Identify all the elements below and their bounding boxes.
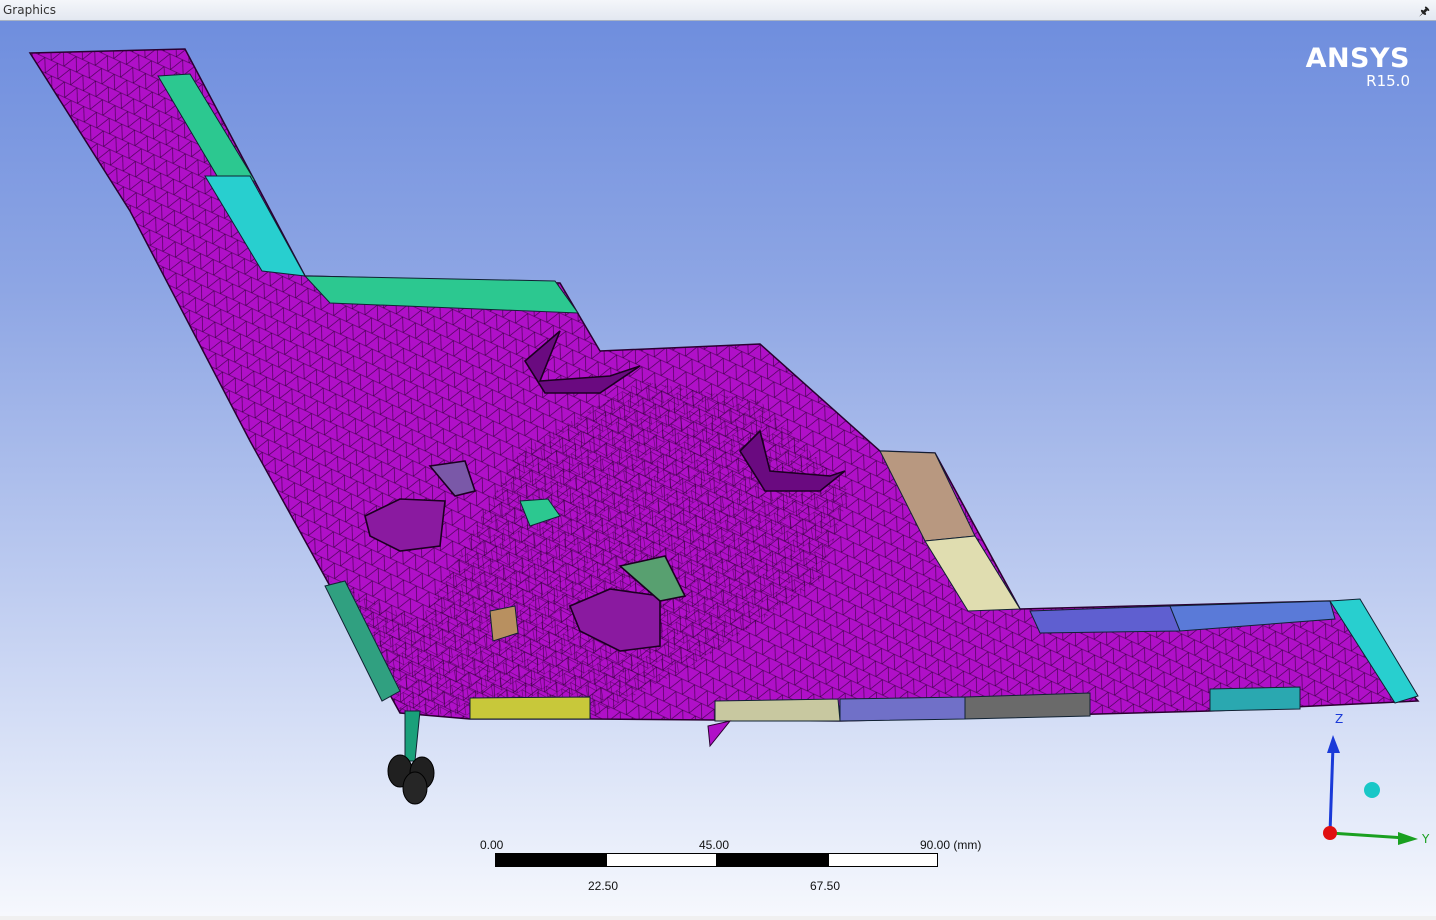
triad-y-axis bbox=[1329, 831, 1406, 840]
scale-label-0: 0.00 bbox=[480, 838, 504, 852]
scale-segment-4 bbox=[828, 853, 938, 867]
scale-segment-3 bbox=[717, 853, 828, 867]
triad-z-axis bbox=[1328, 745, 1335, 834]
scale-label-90: 90.00 (mm) bbox=[920, 838, 982, 852]
scale-bar: 0.00 45.00 90.00 (mm) 22.50 67.50 bbox=[460, 833, 1020, 903]
triad-x-indicator bbox=[1323, 826, 1337, 840]
isometric-view-ball[interactable] bbox=[1364, 782, 1380, 798]
graphics-viewport[interactable]: ANSYS R15.0 0.00 45.00 90.00 (mm) 22.50 … bbox=[0, 21, 1436, 916]
panel-bottom-border bbox=[0, 916, 1436, 920]
scale-label-67-5: 67.50 bbox=[810, 879, 841, 893]
panel-title: Graphics bbox=[3, 3, 56, 17]
landing-gear bbox=[387, 710, 732, 805]
triad-y-label: Y bbox=[1421, 832, 1430, 846]
triad-z-label: Z bbox=[1335, 712, 1343, 726]
scale-label-22-5: 22.50 bbox=[588, 879, 619, 893]
triad-z-arrowhead bbox=[1327, 735, 1340, 753]
aircraft-mesh-model[interactable] bbox=[0, 21, 1436, 916]
graphics-panel-titlebar: Graphics 🖈 bbox=[0, 0, 1436, 21]
scale-segment-1 bbox=[495, 853, 606, 867]
scale-segment-2 bbox=[606, 853, 717, 867]
scale-label-45: 45.00 bbox=[699, 838, 730, 852]
pushpin-icon[interactable]: 🖈 bbox=[1419, 2, 1430, 23]
triad-y-arrowhead bbox=[1398, 832, 1418, 845]
coordinate-triad[interactable]: Z Y bbox=[1300, 711, 1430, 851]
